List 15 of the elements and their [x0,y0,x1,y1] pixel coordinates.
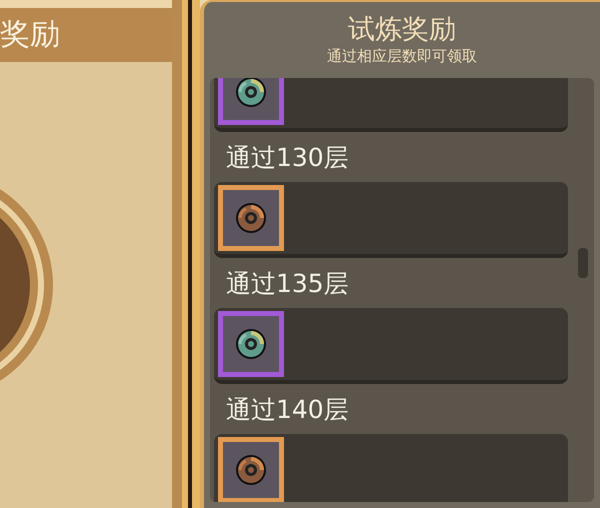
item-slot[interactable] [218,437,284,502]
floor-label: 通过140层 [226,396,349,422]
floor-label: 通过130层 [226,144,349,170]
scrollbar-thumb[interactable] [578,248,588,278]
item-slot[interactable] [218,78,284,125]
spiral-orb-icon [234,327,268,361]
spiral-orb-icon [234,78,268,109]
spiral-orb-icon [234,453,268,487]
item-slot[interactable] [218,311,284,377]
panel-subtitle: 通过相应层数即可领取 [327,49,477,64]
panel-title: 试炼奖励 [348,16,456,43]
spiral-orb-icon [234,201,268,235]
panel-title: 奖励 [0,20,60,50]
item-slot[interactable] [218,185,284,251]
floor-label: 通过135层 [226,270,349,296]
